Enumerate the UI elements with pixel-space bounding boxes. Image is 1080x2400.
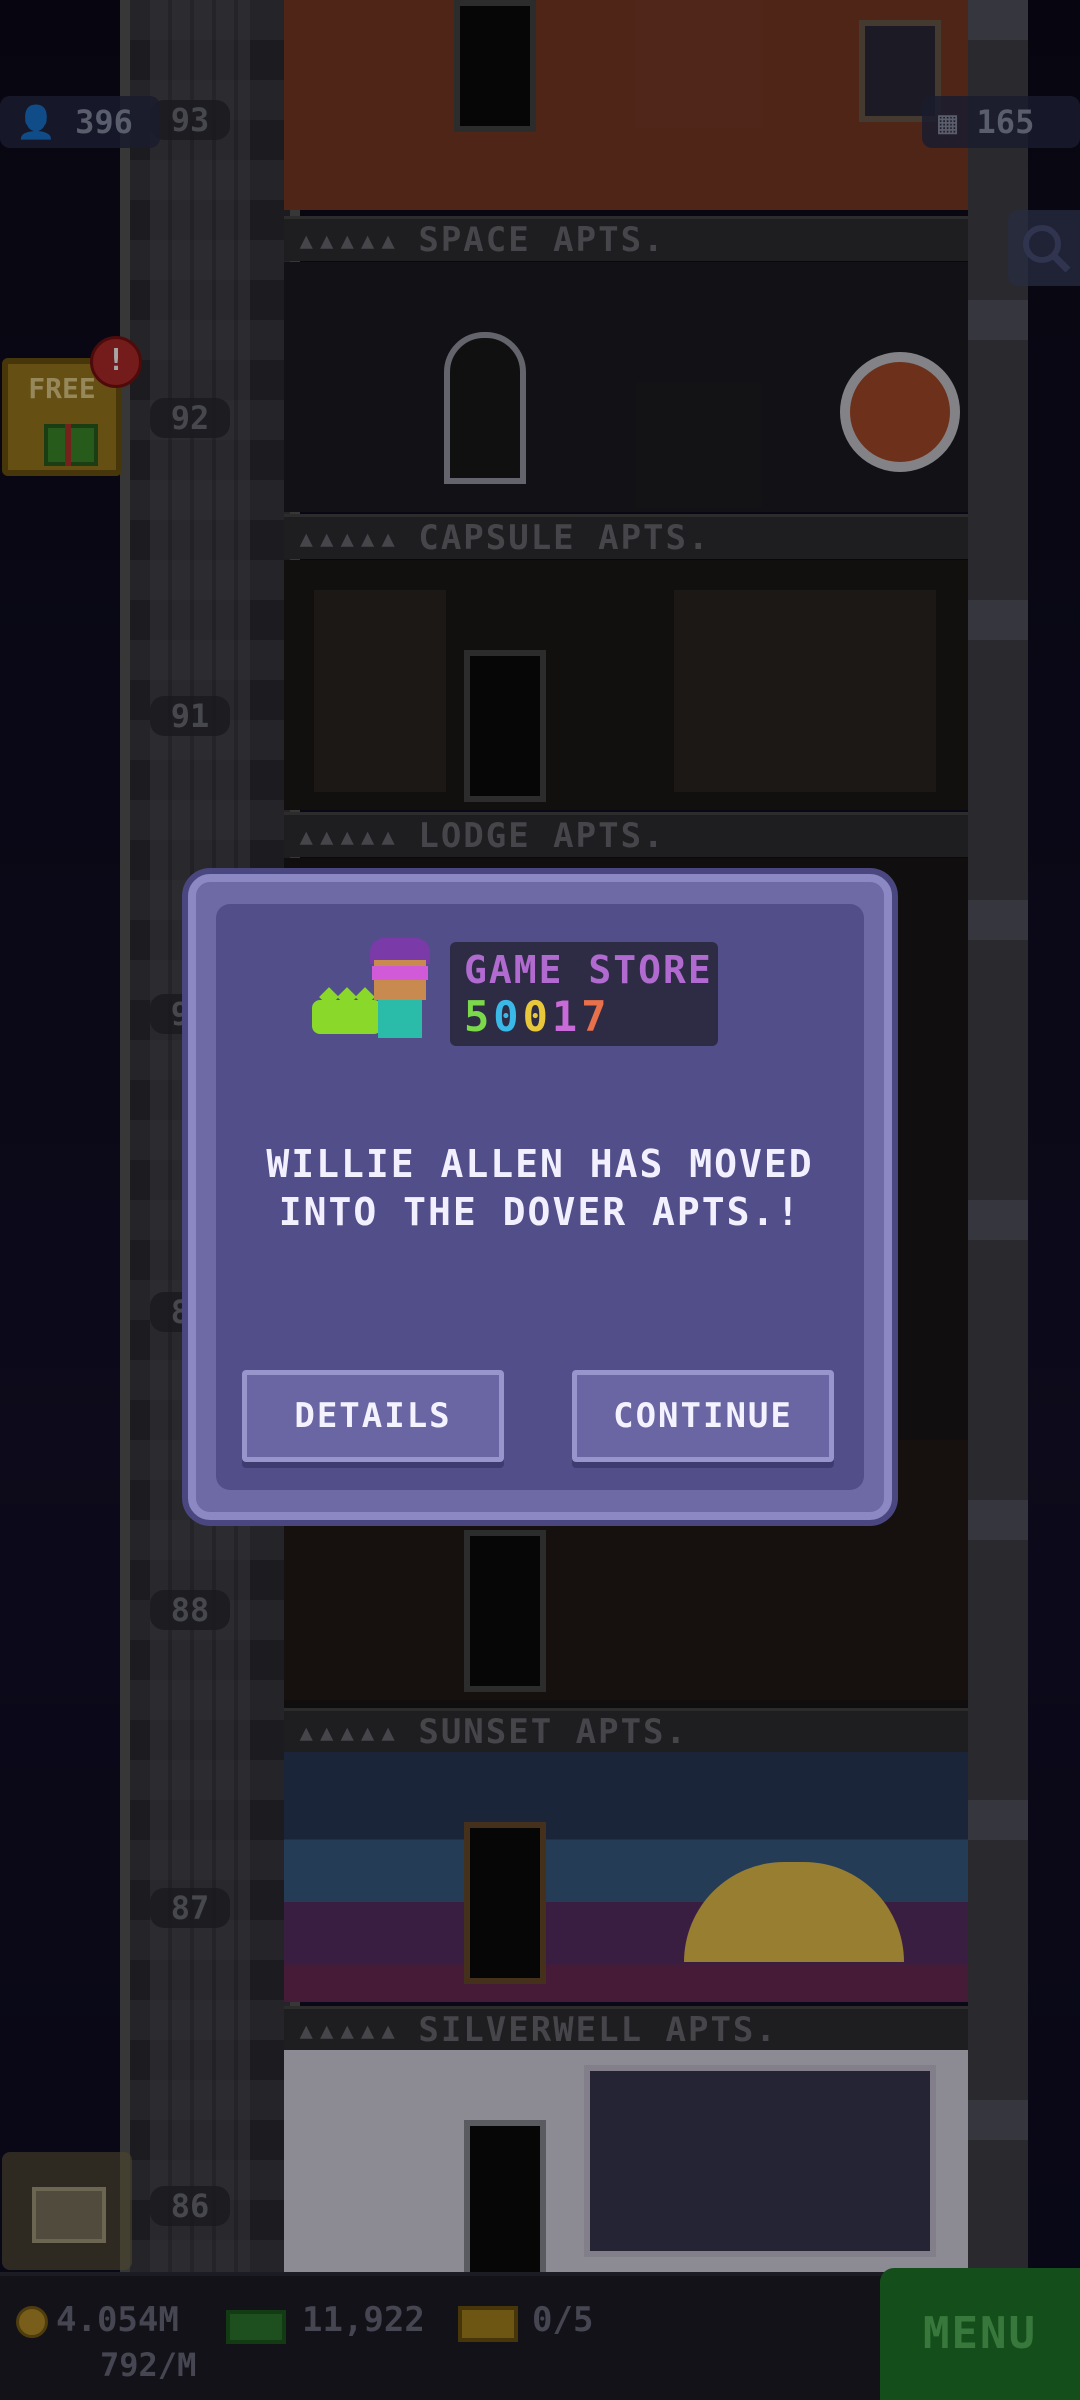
game-screen: 93 92 91 90 89 88 87 86 ▴▴▴▴▴SPACE APTS.… [0,0,1080,2400]
message-line: WILLIE ALLEN HAS MOVED [266,1142,814,1186]
store-name: GAME STORE [464,948,713,992]
store-code-digit: 1 [551,992,582,1041]
store-code-digit: 5 [464,992,494,1041]
bitizen-avatar [362,938,438,1038]
message-line: INTO THE DOVER APTS.! [278,1190,802,1234]
store-code: 50017 [464,992,610,1041]
details-button[interactable]: DETAILS [242,1370,504,1462]
dialog-message: WILLIE ALLEN HAS MOVED INTO THE DOVER AP… [208,1140,872,1236]
store-code-digit: 0 [493,992,523,1041]
store-code-digit: 7 [581,992,611,1041]
continue-button[interactable]: CONTINUE [572,1370,834,1462]
store-code-digit: 0 [522,992,552,1041]
